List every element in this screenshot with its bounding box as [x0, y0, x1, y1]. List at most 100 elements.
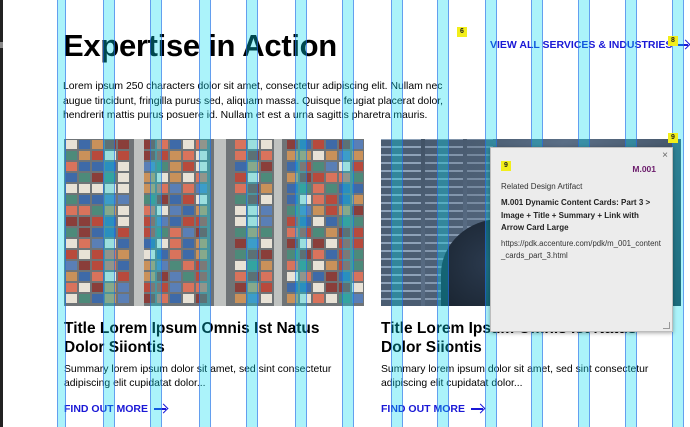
container-column — [235, 139, 246, 306]
view-all-label: VIEW ALL SERVICES & INDUSTRIES — [490, 39, 673, 51]
container-shape — [105, 239, 116, 248]
container-shape — [235, 239, 246, 248]
container-shape — [196, 272, 207, 281]
container-shape — [92, 162, 103, 171]
container-shape — [170, 261, 181, 270]
find-out-more-link[interactable]: FIND OUT MORE — [64, 403, 364, 415]
container-shape — [79, 239, 90, 248]
container-shape — [300, 140, 311, 149]
container-shape — [326, 228, 337, 237]
design-artifact-popup[interactable]: × 9 M.001 Related Design Artifact M.001 … — [490, 147, 673, 332]
find-out-more-label: FIND OUT MORE — [64, 403, 148, 415]
container-shape — [144, 283, 155, 292]
container-shape — [79, 184, 90, 193]
container-shape — [261, 217, 272, 226]
container-shape — [339, 261, 350, 270]
container-shape — [248, 206, 259, 215]
container-shape — [157, 239, 168, 248]
container-shape — [326, 173, 337, 182]
container-shape — [287, 195, 298, 204]
container-shape — [157, 272, 168, 281]
container-shape — [313, 162, 324, 171]
container-shape — [352, 173, 363, 182]
container-shape — [157, 151, 168, 160]
container-shape — [92, 272, 103, 281]
container-shape — [92, 140, 103, 149]
container-shape — [326, 206, 337, 215]
container-shape — [183, 173, 194, 182]
container-shape — [183, 294, 194, 303]
container-shape — [196, 162, 207, 171]
container-shape — [144, 261, 155, 270]
container-shape — [248, 195, 259, 204]
container-column — [66, 139, 77, 306]
container-shape — [66, 228, 77, 237]
container-shape — [235, 294, 246, 303]
container-shape — [92, 228, 103, 237]
container-shape — [144, 272, 155, 281]
container-shape — [339, 283, 350, 292]
container-shape — [144, 184, 155, 193]
container-shape — [248, 294, 259, 303]
container-shape — [183, 206, 194, 215]
view-all-link[interactable]: VIEW ALL SERVICES & INDUSTRIES — [490, 39, 690, 51]
container-shape — [235, 228, 246, 237]
container-shape — [183, 162, 194, 171]
container-shape — [92, 283, 103, 292]
container-shape — [118, 184, 129, 193]
container-shape — [79, 261, 90, 270]
container-column — [157, 139, 168, 306]
container-column — [144, 139, 155, 306]
container-shape — [261, 184, 272, 193]
container-shape — [313, 217, 324, 226]
card-title: Title Lorem Ipsum Omnis Ist Natus Dolor … — [64, 320, 320, 356]
container-shape — [300, 228, 311, 237]
container-shape — [79, 162, 90, 171]
container-shape — [66, 162, 77, 171]
container-shape — [157, 195, 168, 204]
container-shape — [313, 195, 324, 204]
container-shape — [300, 162, 311, 171]
container-shape — [339, 173, 350, 182]
container-shape — [300, 239, 311, 248]
container-shape — [326, 162, 337, 171]
container-shape — [105, 140, 116, 149]
annotation-badge: 9 — [501, 161, 511, 171]
container-shape — [235, 261, 246, 270]
container-shape — [170, 228, 181, 237]
container-shape — [248, 261, 259, 270]
container-shape — [300, 173, 311, 182]
artifact-url[interactable]: https://pdk.accenture.com/pdk/m_001_cont… — [501, 238, 662, 262]
container-shape — [66, 195, 77, 204]
container-shape — [66, 283, 77, 292]
container-shape — [92, 250, 103, 259]
container-shape — [92, 294, 103, 303]
container-shape — [287, 239, 298, 248]
container-shape — [235, 283, 246, 292]
container-shape — [235, 272, 246, 281]
find-out-more-link[interactable]: FIND OUT MORE — [381, 403, 681, 415]
container-shape — [339, 162, 350, 171]
container-shape — [313, 294, 324, 303]
container-shape — [261, 173, 272, 182]
container-shape — [183, 195, 194, 204]
section-heading: Expertise in Action — [63, 28, 337, 63]
close-icon[interactable]: × — [662, 150, 668, 161]
container-shape — [248, 239, 259, 248]
container-shape — [118, 140, 129, 149]
resize-grip-icon[interactable] — [663, 322, 670, 329]
window-edge — [0, 0, 3, 427]
container-column — [326, 139, 337, 306]
container-shape — [66, 173, 77, 182]
container-shape — [157, 140, 168, 149]
container-shape — [170, 272, 181, 281]
container-shape — [352, 283, 363, 292]
container-shape — [92, 195, 103, 204]
container-shape — [287, 162, 298, 171]
container-shape — [79, 250, 90, 259]
container-shape — [79, 217, 90, 226]
container-shape — [326, 195, 337, 204]
container-shape — [339, 250, 350, 259]
container-shape — [287, 228, 298, 237]
container-column — [248, 139, 259, 306]
